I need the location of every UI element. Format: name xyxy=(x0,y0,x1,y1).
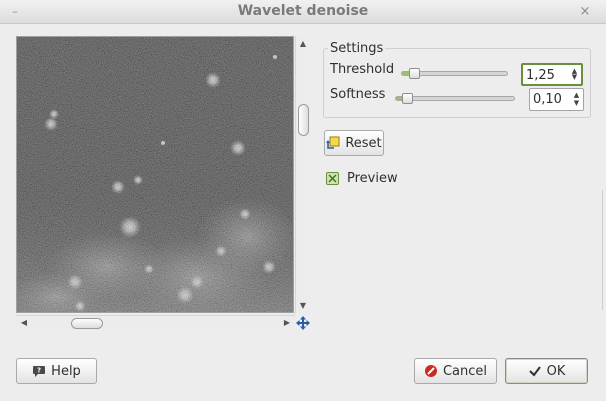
reset-label: Reset xyxy=(345,135,382,151)
reset-button[interactable]: Reset xyxy=(324,130,384,156)
close-icon[interactable]: × xyxy=(578,5,592,19)
ok-button[interactable]: OK xyxy=(505,358,588,384)
reset-icon xyxy=(326,136,340,149)
scroll-right-icon[interactable]: ▶ xyxy=(282,318,292,328)
preview-image[interactable] xyxy=(16,36,294,313)
preview-label[interactable]: Preview xyxy=(347,171,398,186)
noise-image xyxy=(17,37,293,312)
preview-checkbox[interactable] xyxy=(326,172,339,185)
move-arrows-icon[interactable] xyxy=(296,316,310,330)
softness-spinbutton[interactable]: ▲ ▼ xyxy=(529,88,584,111)
window-title: Wavelet denoise xyxy=(237,3,369,19)
help-button[interactable]: ? Help xyxy=(16,358,97,384)
preview-label-text: Preview xyxy=(347,171,398,186)
softness-slider-handle[interactable] xyxy=(402,93,413,104)
horizontal-scroll-thumb[interactable] xyxy=(71,318,103,329)
checkmark-icon xyxy=(528,366,541,377)
softness-decrement-icon[interactable]: ▼ xyxy=(572,99,581,108)
help-label: Help xyxy=(51,363,81,379)
window-edge xyxy=(602,190,606,310)
horizontal-scrollbar[interactable]: ◀ ▶ xyxy=(16,315,295,330)
checkbox-check-icon xyxy=(328,174,337,183)
threshold-decrement-icon[interactable]: ▼ xyxy=(570,73,579,82)
threshold-input[interactable] xyxy=(526,67,564,84)
scroll-down-icon[interactable]: ▼ xyxy=(298,301,308,311)
threshold-label: Threshold xyxy=(330,62,395,77)
title-bar: – Wavelet denoise × xyxy=(0,0,606,24)
scroll-left-icon[interactable]: ◀ xyxy=(19,318,29,328)
cancel-button[interactable]: Cancel xyxy=(414,358,497,384)
softness-label: Softness xyxy=(330,87,386,102)
softness-slider[interactable] xyxy=(395,96,515,101)
vertical-scrollbar[interactable]: ▲ ▼ xyxy=(295,36,310,314)
threshold-spinbutton[interactable]: ▲ ▼ xyxy=(521,63,583,86)
help-icon: ? xyxy=(33,366,46,377)
svg-text:?: ? xyxy=(37,367,41,375)
cancel-label: Cancel xyxy=(442,363,488,379)
threshold-slider-handle[interactable] xyxy=(409,68,420,79)
scroll-up-icon[interactable]: ▲ xyxy=(298,39,308,49)
settings-title: Settings xyxy=(328,41,386,56)
softness-input[interactable] xyxy=(533,91,571,108)
cancel-icon xyxy=(424,365,437,377)
ok-label: OK xyxy=(546,363,566,379)
vertical-scroll-thumb[interactable] xyxy=(298,104,309,136)
